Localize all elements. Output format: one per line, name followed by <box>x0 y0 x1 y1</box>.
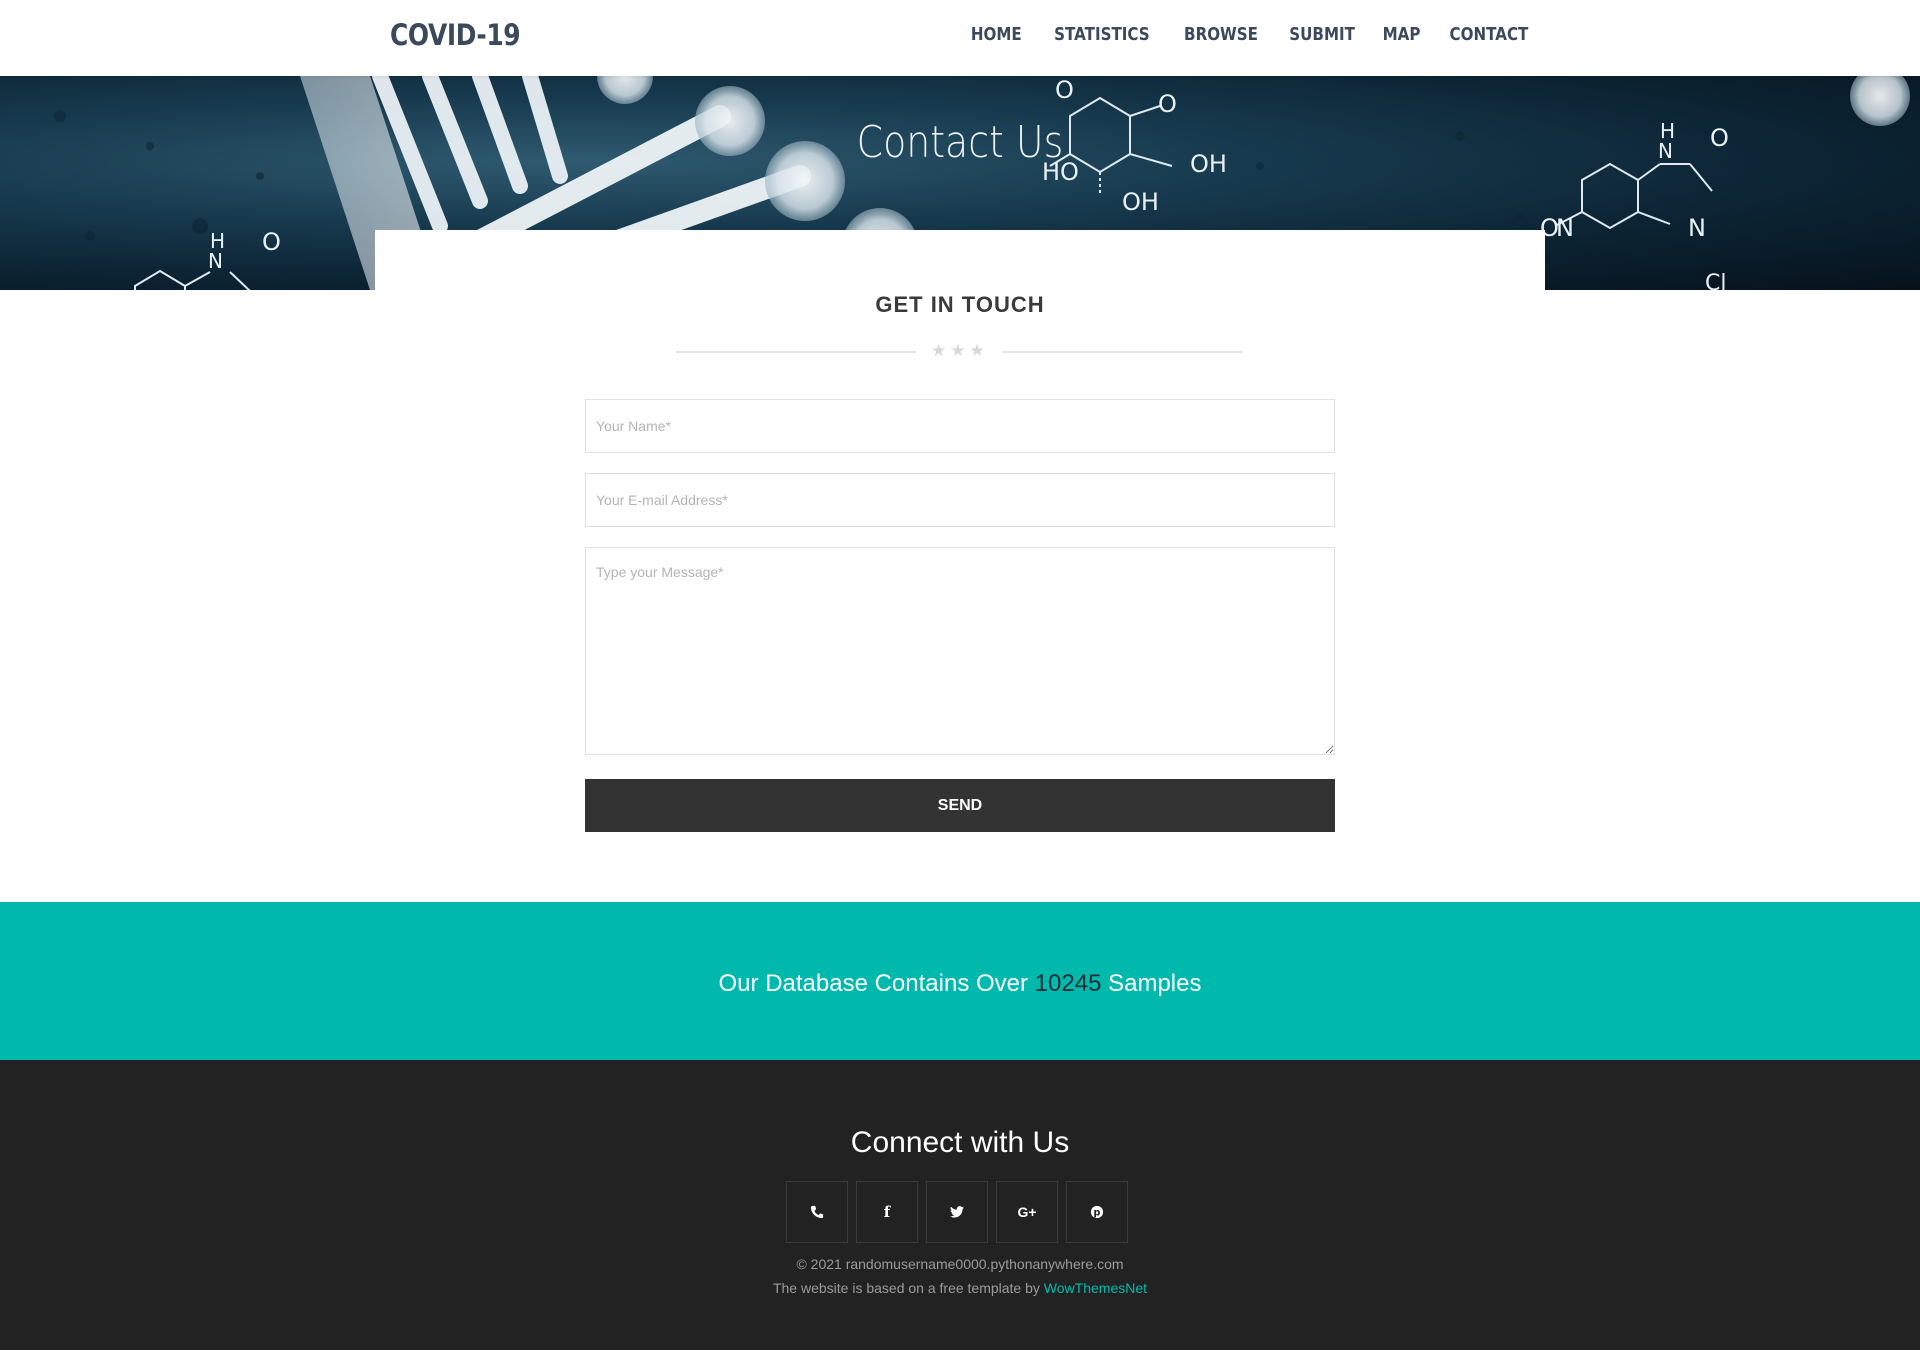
divider-right <box>1003 351 1243 353</box>
phone-icon[interactable] <box>786 1181 848 1243</box>
send-button[interactable]: SEND <box>585 779 1335 832</box>
svg-text:Cl: Cl <box>1705 271 1726 290</box>
nav-statistics[interactable]: STATISTICS <box>1054 24 1150 45</box>
svg-text:p: p <box>1094 1208 1101 1219</box>
samples-statement: Our Database Contains Over 10245 Samples <box>0 970 1920 998</box>
main-nav: HOME STATISTICS BROWSE SUBMIT MAP CONTAC… <box>971 24 1530 45</box>
svg-text:O: O <box>1158 90 1177 118</box>
message-textarea[interactable] <box>585 547 1335 755</box>
copyright-text: © 2021 randomusername0000.pythonanywhere… <box>796 1256 1124 1272</box>
template-credit: The website is based on a free template … <box>0 1280 1920 1296</box>
nav-browse[interactable]: BROWSE <box>1184 24 1258 45</box>
credit-prefix: The website is based on a free template … <box>772 1280 1040 1296</box>
svg-text:O: O <box>1055 76 1074 104</box>
contact-form-card: GET IN TOUCH ★ ★ ★ SEND <box>375 230 1545 870</box>
site-footer: Connect with Us f G+ p © 2021 randomuser… <box>0 1060 1920 1350</box>
email-input[interactable] <box>585 473 1335 527</box>
star-icon: ★ <box>931 341 947 360</box>
twitter-icon[interactable] <box>926 1181 988 1243</box>
nav-contact[interactable]: CONTACT <box>1450 24 1529 45</box>
google-plus-icon[interactable]: G+ <box>996 1181 1058 1243</box>
nav-home[interactable]: HOME <box>971 24 1022 45</box>
site-logo[interactable]: COVID-19 <box>390 18 521 52</box>
samples-banner: Our Database Contains Over 10245 Samples <box>0 902 1920 1060</box>
samples-suffix: Samples <box>1108 970 1202 997</box>
page-title: Contact Us <box>856 117 1064 168</box>
name-input[interactable] <box>585 399 1335 453</box>
svg-text:H: H <box>210 229 225 253</box>
template-credit-link[interactable]: WowThemesNet <box>1044 1280 1147 1296</box>
nav-map[interactable]: MAP <box>1383 24 1421 45</box>
svg-text:N: N <box>1556 214 1574 242</box>
facebook-icon[interactable]: f <box>856 1181 918 1243</box>
pinterest-icon[interactable]: p <box>1066 1181 1128 1243</box>
footer-title: Connect with Us <box>850 1126 1070 1159</box>
star-icon: ★ <box>969 341 985 360</box>
nav-submit[interactable]: SUBMIT <box>1289 24 1355 45</box>
divider-left <box>676 351 916 353</box>
svg-text:O: O <box>262 228 281 256</box>
social-links: f G+ p <box>786 1181 1128 1243</box>
svg-text:N: N <box>1688 214 1706 242</box>
section-title: GET IN TOUCH <box>875 292 1045 317</box>
samples-prefix: Our Database Contains Over <box>718 970 1028 997</box>
divider-stars: ★ ★ ★ <box>931 341 985 361</box>
star-icon: ★ <box>950 341 966 360</box>
top-navbar: COVID-19 HOME STATISTICS BROWSE SUBMIT M… <box>0 0 1920 76</box>
samples-count: 10245 <box>1034 970 1102 997</box>
svg-text:OH: OH <box>1122 188 1159 216</box>
